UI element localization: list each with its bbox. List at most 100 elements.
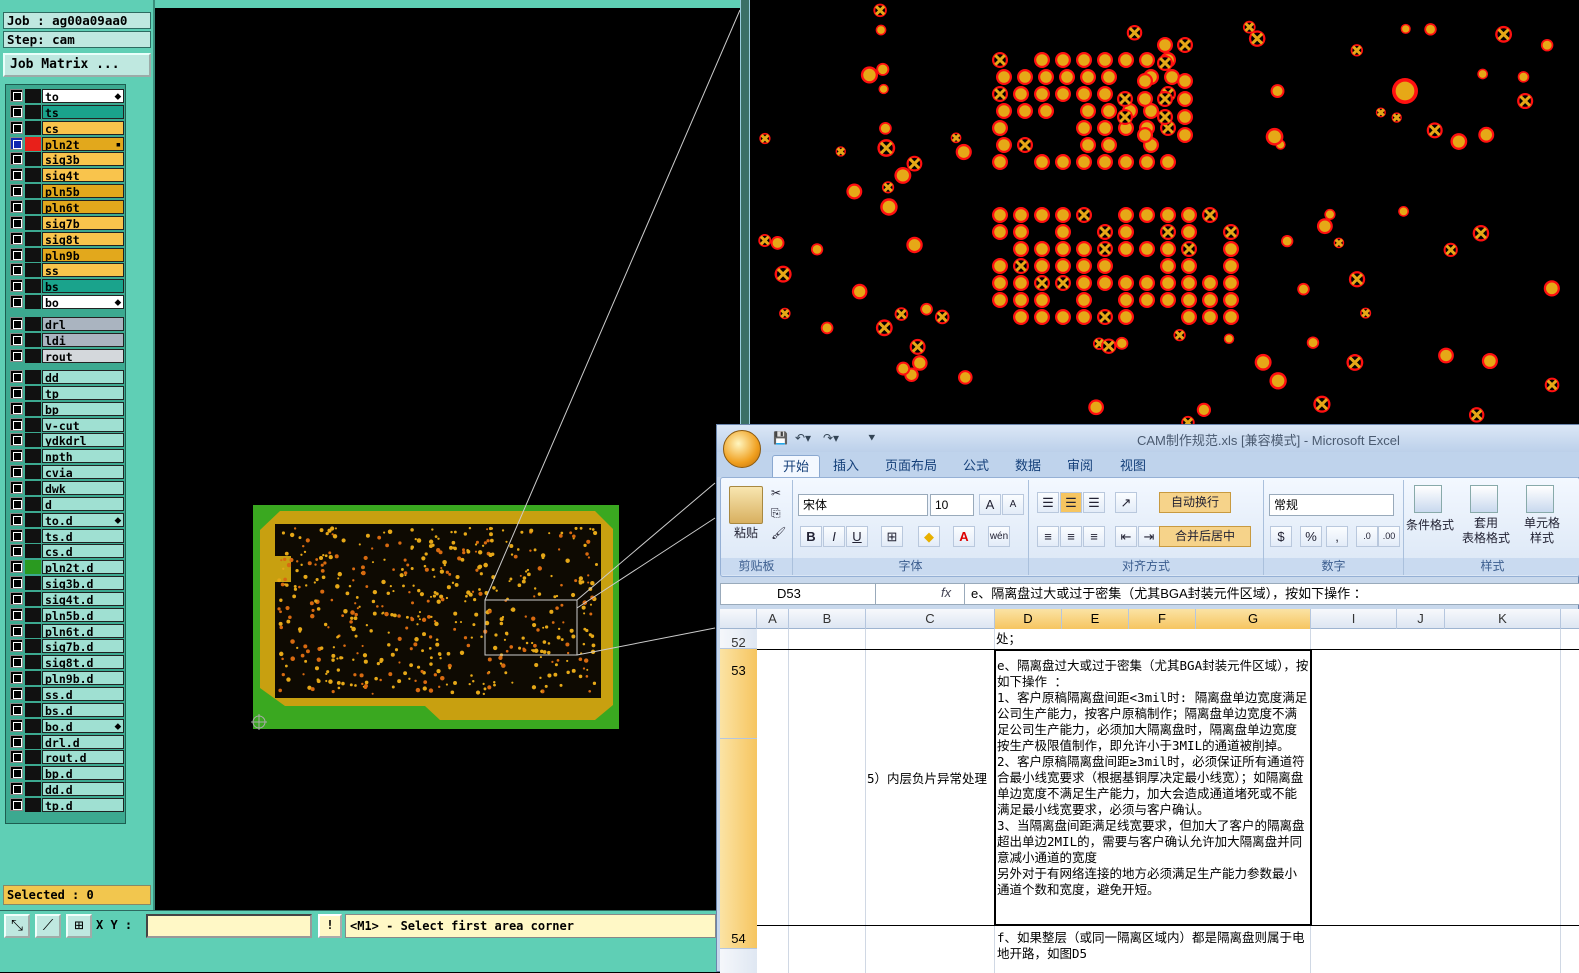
currency-icon[interactable]: $ — [1270, 526, 1292, 547]
layer-row-pln9b.d[interactable]: pln9b.d — [8, 670, 126, 686]
tab-insert[interactable]: 插入 — [823, 455, 869, 477]
layer-row-cvia[interactable]: cvia — [8, 464, 126, 480]
layer-color-swatch[interactable] — [25, 263, 41, 278]
layer-name[interactable]: to.d ⬥ — [42, 512, 124, 527]
layer-name[interactable]: rout — [42, 348, 124, 363]
row-header-52[interactable]: 52 — [720, 629, 757, 650]
undo-icon[interactable]: ↶▾ — [795, 431, 811, 445]
paste-button[interactable]: 粘贴 — [729, 524, 763, 541]
layer-checkbox[interactable] — [10, 591, 23, 605]
layer-checkbox[interactable] — [10, 89, 23, 102]
layer-name[interactable]: sig7b.d — [42, 639, 124, 654]
layer-checkbox[interactable] — [10, 766, 23, 780]
layer-color-swatch[interactable] — [25, 639, 41, 654]
table-format-icon[interactable] — [1470, 485, 1498, 513]
layer-row-ts.d[interactable]: ts.d — [8, 528, 126, 543]
layer-name[interactable]: tp.d — [42, 797, 124, 812]
row-header-54[interactable]: 54 — [720, 739, 757, 949]
layer-row-rout[interactable]: rout — [8, 348, 126, 363]
layer-name[interactable]: pln2t.d — [42, 560, 124, 575]
layer-color-swatch[interactable] — [25, 152, 41, 167]
conditional-format-icon[interactable] — [1414, 485, 1442, 513]
layer-name[interactable]: dd.d — [42, 782, 124, 797]
layer-color-swatch[interactable] — [25, 385, 41, 400]
column-header-j[interactable]: J — [1397, 609, 1445, 629]
percent-icon[interactable]: % — [1300, 526, 1322, 547]
layer-row-cs[interactable]: cs — [8, 120, 126, 135]
layer-name[interactable]: ts — [42, 104, 124, 119]
layer-name[interactable]: pln9b.d — [42, 671, 124, 686]
font-name-select[interactable]: 宋体 — [798, 494, 928, 516]
layer-name[interactable]: sig4t — [42, 168, 124, 183]
layer-row-pln6t.d[interactable]: pln6t.d — [8, 623, 126, 638]
layer-name[interactable]: cs — [42, 120, 124, 135]
layer-row-tp.d[interactable]: tp.d — [8, 797, 126, 812]
layer-name[interactable]: bs — [42, 279, 124, 294]
shrink-font-icon[interactable]: A — [1002, 494, 1024, 515]
layer-checkbox[interactable] — [10, 231, 23, 245]
layer-row-bp[interactable]: bp — [8, 401, 126, 416]
decrease-indent-icon[interactable]: ⇤ — [1115, 526, 1137, 547]
layer-row-dwk[interactable]: dwk — [8, 480, 126, 495]
layer-row-pln6t[interactable]: pln6t — [8, 199, 126, 214]
job-matrix-button[interactable]: Job Matrix ... — [3, 53, 151, 77]
layer-checkbox[interactable] — [10, 750, 23, 764]
layer-checkbox[interactable] — [10, 465, 23, 479]
layer-color-swatch[interactable] — [25, 417, 41, 432]
xy-input[interactable] — [146, 914, 312, 938]
column-header-g[interactable]: G — [1196, 609, 1311, 629]
layer-name[interactable]: bo.d ⬥ — [42, 718, 124, 733]
layer-name[interactable]: sig8t.d — [42, 655, 124, 670]
layer-color-swatch[interactable] — [25, 591, 41, 606]
increase-indent-icon[interactable]: ⇥ — [1138, 526, 1160, 547]
layer-row-ldi[interactable]: ldi — [8, 332, 126, 347]
layer-name[interactable]: ldi — [42, 332, 124, 347]
layer-checkbox[interactable] — [10, 184, 23, 198]
layer-row-d[interactable]: d — [8, 496, 126, 511]
tab-page-layout[interactable]: 页面布局 — [875, 455, 947, 477]
layer-color-swatch[interactable] — [25, 607, 41, 622]
layer-row-drl[interactable]: drl — [8, 316, 126, 331]
measure-button[interactable]: ⟋ — [35, 914, 61, 938]
layer-checkbox[interactable] — [10, 782, 23, 796]
layer-row-sig7b[interactable]: sig7b — [8, 215, 126, 230]
layer-row-pln5b[interactable]: pln5b — [8, 183, 126, 199]
spreadsheet-grid[interactable]: A B C D E F G I J K 52 53 54 55 处； 5）内层负… — [720, 609, 1579, 973]
layer-row-dd[interactable]: dd — [8, 369, 126, 384]
align-right-icon[interactable]: ≡ — [1083, 526, 1105, 547]
table-format-button[interactable]: 套用 表格格式 — [1458, 516, 1514, 546]
layer-color-swatch[interactable] — [25, 512, 41, 527]
layer-checkbox[interactable] — [10, 120, 23, 134]
layer-name[interactable]: pln5b — [42, 184, 124, 199]
layer-checkbox[interactable] — [10, 247, 23, 261]
layer-checkbox[interactable] — [10, 512, 23, 526]
layer-row-ss.d[interactable]: ss.d — [8, 686, 126, 701]
row-header-53[interactable]: 53 — [720, 649, 757, 739]
layer-checkbox[interactable] — [10, 718, 23, 732]
column-header-c[interactable]: C — [866, 609, 995, 629]
layer-checkbox[interactable] — [10, 332, 23, 346]
layer-name[interactable]: v-cut — [42, 417, 124, 432]
layer-name[interactable]: ss.d — [42, 687, 124, 701]
layer-row-cs.d[interactable]: cs.d — [8, 543, 126, 559]
layer-row-pln2t[interactable]: pln2t ▪ — [8, 136, 126, 151]
layer-row-dd.d[interactable]: dd.d — [8, 781, 126, 797]
layer-checkbox[interactable] — [10, 607, 23, 621]
layer-row-sig7b.d[interactable]: sig7b.d — [8, 638, 126, 654]
layer-row-bp.d[interactable]: bp.d — [8, 765, 126, 781]
layer-checkbox[interactable] — [10, 104, 23, 118]
layer-color-swatch[interactable] — [25, 465, 41, 480]
column-header-d[interactable]: D — [995, 609, 1062, 629]
layer-color-swatch[interactable] — [25, 231, 41, 246]
layer-color-swatch[interactable] — [25, 480, 41, 495]
layer-row-bo.d[interactable]: bo.d ⬥ — [8, 718, 126, 733]
layer-name[interactable]: pln5b.d — [42, 607, 124, 622]
column-header-e[interactable]: E — [1062, 609, 1129, 629]
layer-name[interactable]: to ⬥ — [42, 89, 124, 103]
fill-color-icon[interactable]: ◆ — [918, 526, 940, 547]
increase-decimal-icon[interactable]: .0 — [1356, 526, 1378, 547]
layer-color-swatch[interactable] — [25, 433, 41, 448]
merge-center-button[interactable]: 合并后居中 — [1159, 526, 1251, 547]
format-painter-icon[interactable]: 🖌 — [771, 526, 786, 540]
layer-checkbox[interactable] — [10, 734, 23, 748]
